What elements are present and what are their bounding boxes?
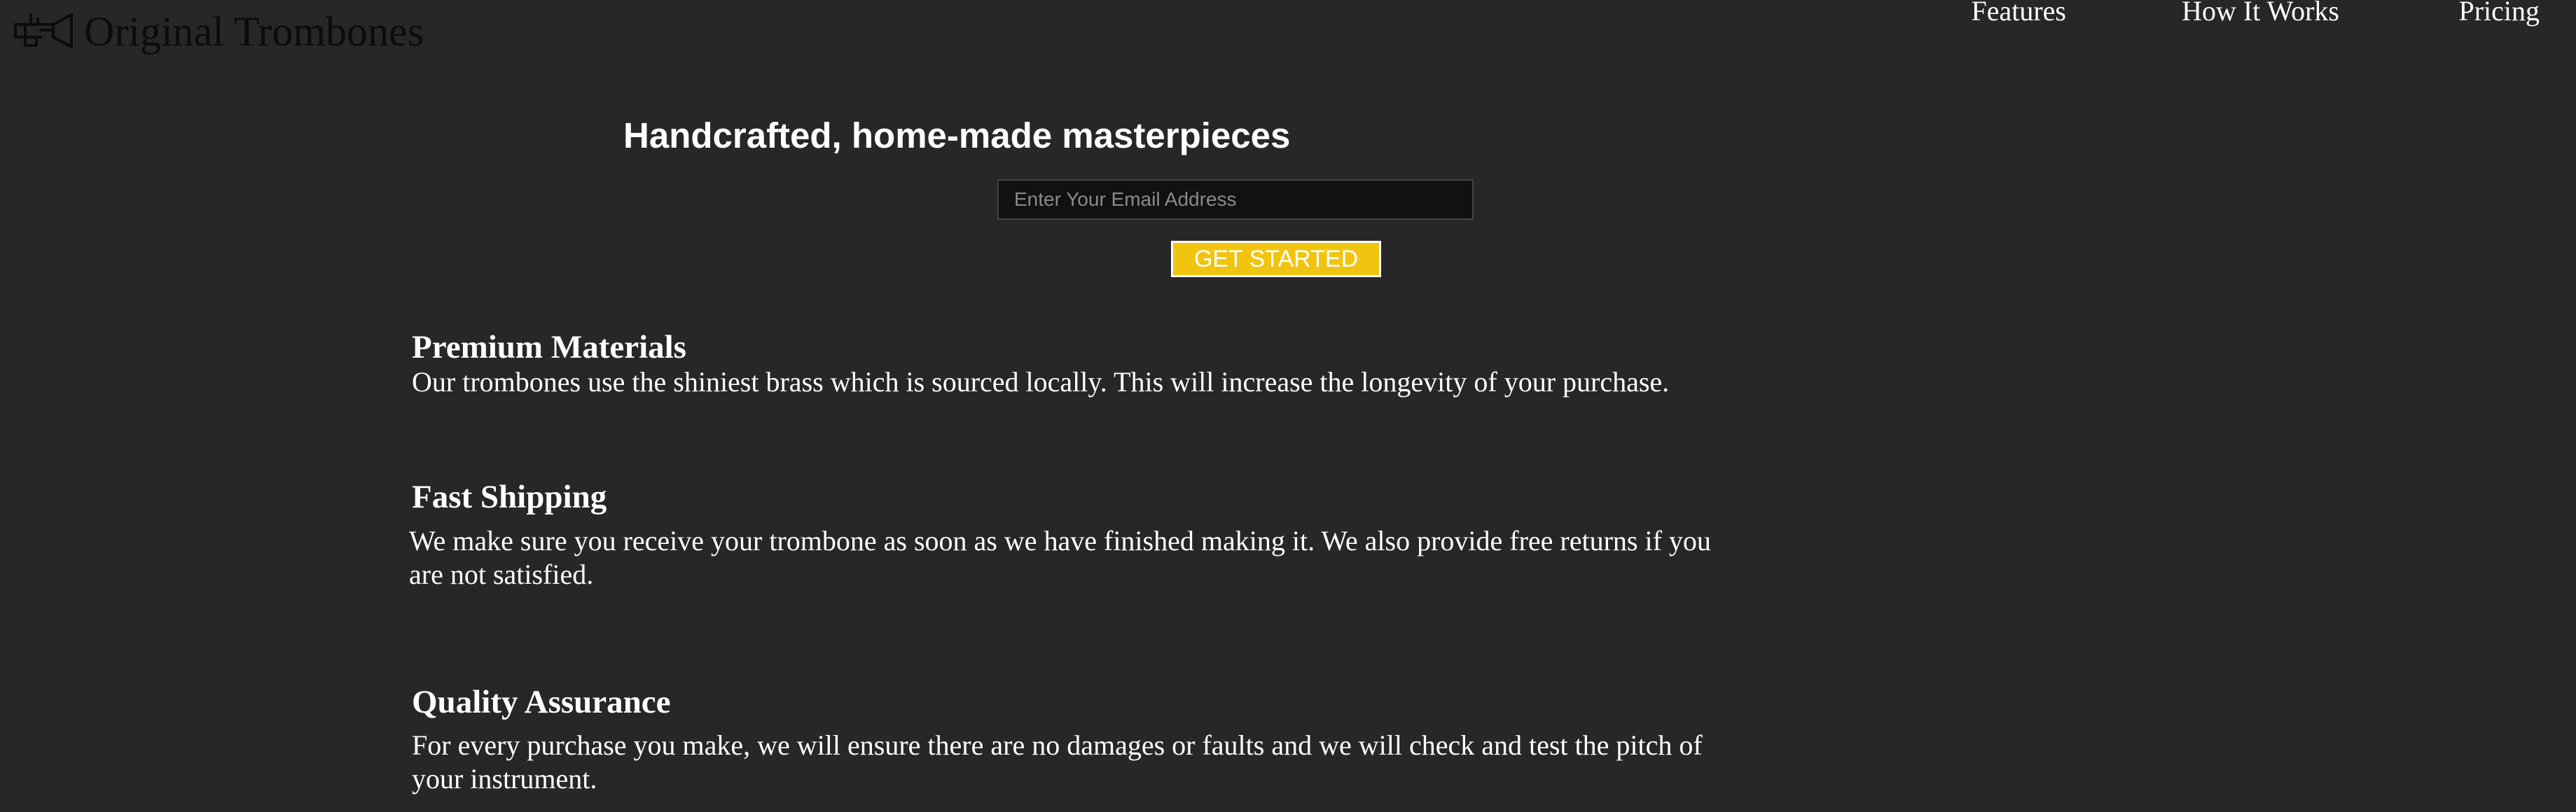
- feature-text: For every purchase you make, we will ens…: [412, 729, 1703, 794]
- hero-title: Handcrafted, home-made masterpieces: [623, 115, 1291, 155]
- brand-name: Original Trombones: [84, 8, 424, 55]
- feature-title: Premium Materials: [412, 329, 686, 365]
- feature-title: Fast Shipping: [412, 479, 607, 515]
- trombone-icon: [13, 9, 74, 55]
- email-input[interactable]: [997, 179, 1474, 220]
- feature-text: Our trombones use the shiniest brass whi…: [412, 366, 1670, 398]
- nav-link-pricing[interactable]: Pricing: [2458, 0, 2540, 27]
- nav-link-features[interactable]: Features: [1971, 0, 2066, 27]
- feature-text: We make sure you receive your trombone a…: [409, 525, 1711, 590]
- nav-link-how-it-works[interactable]: How It Works: [2182, 0, 2339, 27]
- get-started-button[interactable]: GET STARTED: [1171, 241, 1381, 277]
- feature-title: Quality Assurance: [412, 684, 671, 720]
- logo[interactable]: Original Trombones: [13, 7, 424, 56]
